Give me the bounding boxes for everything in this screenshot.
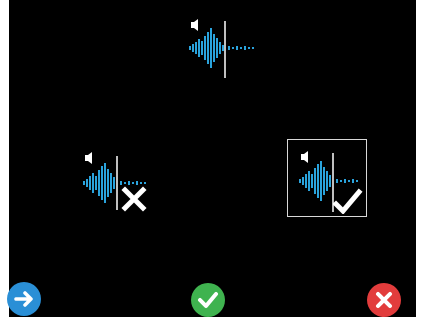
check-icon: [191, 283, 225, 317]
cancel-button[interactable]: [367, 283, 401, 317]
arrow-right-icon: [7, 282, 41, 316]
audio-waveform-icon: [83, 152, 147, 212]
x-mark-icon: [121, 186, 147, 212]
confirm-button[interactable]: [191, 283, 225, 317]
audio-option-top[interactable]: [179, 16, 259, 80]
close-icon: [367, 283, 401, 317]
activity-screen: [9, 0, 416, 317]
audio-waveform-icon: [189, 19, 254, 78]
audio-waveform-icon: [299, 151, 363, 214]
audio-option-right-selected[interactable]: [287, 139, 367, 217]
audio-option-left[interactable]: [75, 150, 159, 214]
check-mark-icon: [332, 188, 363, 214]
next-button[interactable]: [7, 282, 41, 316]
